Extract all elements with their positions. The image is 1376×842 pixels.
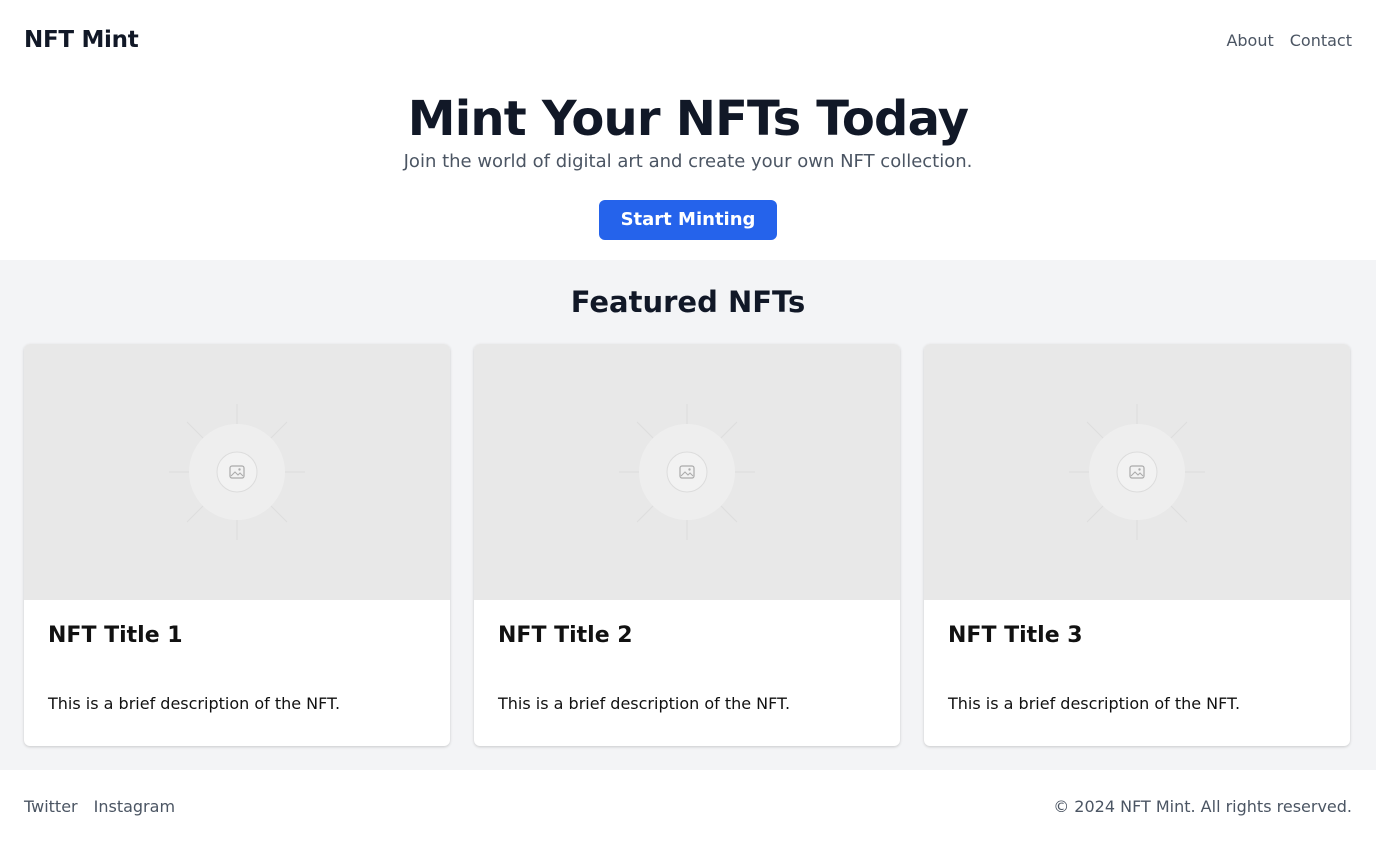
- image-placeholder-icon: [1069, 404, 1205, 540]
- nft-description: This is a brief description of the NFT.: [48, 694, 341, 713]
- nft-card-1[interactable]: NFT Title 1 This is a brief description …: [24, 344, 450, 746]
- nft-card-body: NFT Title 1 This is a brief description …: [24, 600, 450, 714]
- nft-card-body: NFT Title 3 This is a brief description …: [924, 600, 1350, 714]
- nft-card-body: NFT Title 2 This is a brief description …: [474, 600, 900, 714]
- nft-description: This is a brief description of the NFT.: [948, 694, 1241, 713]
- nft-image-3: [924, 344, 1350, 600]
- nav-link-contact[interactable]: Contact: [1290, 31, 1352, 50]
- hero-section: Mint Your NFTs Today Join the world of d…: [0, 80, 1376, 260]
- hero-title: Mint Your NFTs Today: [407, 91, 969, 147]
- main-nav: About Contact: [1226, 31, 1352, 50]
- footer-link-instagram[interactable]: Instagram: [94, 797, 175, 816]
- copyright-text: © 2024 NFT Mint. All rights reserved.: [1053, 796, 1352, 816]
- nft-card-2[interactable]: NFT Title 2 This is a brief description …: [474, 344, 900, 746]
- nft-card-3[interactable]: NFT Title 3 This is a brief description …: [924, 344, 1350, 746]
- image-placeholder-icon: [169, 404, 305, 540]
- nft-description: This is a brief description of the NFT.: [498, 694, 791, 713]
- nft-image-2: [474, 344, 900, 600]
- featured-heading: Featured NFTs: [570, 285, 806, 319]
- site-footer: Twitter Instagram © 2024 NFT Mint. All r…: [0, 770, 1376, 842]
- nft-card-grid: NFT Title 1 This is a brief description …: [24, 344, 1350, 746]
- start-minting-button[interactable]: Start Minting: [599, 200, 777, 240]
- nft-title: NFT Title 1: [48, 623, 183, 648]
- featured-section: Featured NFTs NFT Title 1 This is a brie…: [0, 260, 1376, 770]
- brand-logo[interactable]: NFT Mint: [24, 27, 139, 53]
- nft-title: NFT Title 3: [948, 623, 1083, 648]
- footer-links: Twitter Instagram: [24, 797, 175, 816]
- nft-image-1: [24, 344, 450, 600]
- hero-subtitle: Join the world of digital art and create…: [403, 151, 973, 172]
- nft-title: NFT Title 2: [498, 623, 633, 648]
- nav-link-about[interactable]: About: [1226, 31, 1273, 50]
- image-placeholder-icon: [619, 404, 755, 540]
- site-header: NFT Mint About Contact: [0, 0, 1376, 80]
- footer-link-twitter[interactable]: Twitter: [24, 797, 78, 816]
